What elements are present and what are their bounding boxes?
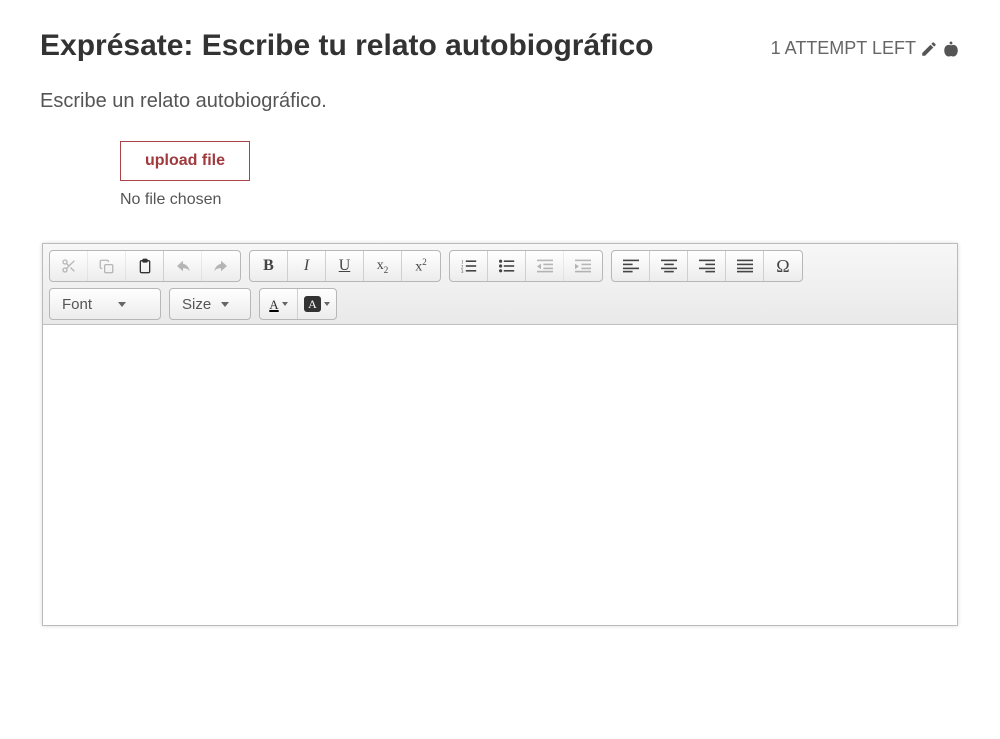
align-right-button[interactable] [688,251,726,281]
apple-icon [942,40,960,58]
editor-content-area[interactable] [43,325,957,625]
indent-button[interactable] [564,251,602,281]
undo-icon [174,259,192,273]
subscript-button[interactable]: x2 [364,251,402,281]
numbered-list-button[interactable]: 123 [450,251,488,281]
align-left-icon [623,259,639,273]
editor-toolbar: B I U x2 x2 123 [43,244,957,325]
redo-icon [212,259,230,273]
caret-down-icon [221,302,229,307]
toolbar-group-clipboard [49,250,241,282]
rich-text-editor: B I U x2 x2 123 [42,243,958,626]
align-justify-icon [737,259,753,273]
align-justify-button[interactable] [726,251,764,281]
svg-text:3: 3 [461,270,464,273]
caret-down-icon [282,302,288,306]
text-color-button[interactable]: A [260,289,298,319]
caret-down-icon [324,302,330,306]
background-color-button[interactable]: A [298,289,336,319]
outdent-icon [537,259,553,273]
numbered-list-icon: 123 [461,259,477,273]
bulleted-list-button[interactable] [488,251,526,281]
attempts-left-label: 1 ATTEMPT LEFT [771,38,916,59]
cut-button[interactable] [50,251,88,281]
upload-file-button[interactable]: upload file [120,141,250,181]
attempts-left: 1 ATTEMPT LEFT [771,28,960,59]
background-color-icon: A [304,296,321,312]
align-center-icon [661,259,677,273]
indent-icon [575,259,591,273]
underline-button[interactable]: U [326,251,364,281]
text-color-icon: A [269,298,278,311]
align-left-button[interactable] [612,251,650,281]
redo-button[interactable] [202,251,240,281]
undo-button[interactable] [164,251,202,281]
size-combo[interactable]: Size [169,288,251,320]
upload-area: upload file No file chosen [120,141,960,209]
toolbar-group-color: A A [259,288,337,320]
font-combo[interactable]: Font [49,288,161,320]
special-char-button[interactable]: Ω [764,251,802,281]
subscript-icon: x2 [377,258,389,275]
bulleted-list-icon [499,259,515,273]
toolbar-group-list: 123 [449,250,603,282]
copy-button[interactable] [88,251,126,281]
size-combo-label: Size [182,296,211,313]
upload-file-status: No file chosen [120,191,960,209]
scissors-icon [61,258,77,274]
bold-button[interactable]: B [250,251,288,281]
clipboard-icon [137,258,153,274]
align-right-icon [699,259,715,273]
paste-button[interactable] [126,251,164,281]
italic-button[interactable]: I [288,251,326,281]
copy-icon [99,259,114,274]
instructions-text: Escribe un relato autobiográfico. [40,90,960,113]
toolbar-group-text: B I U x2 x2 [249,250,441,282]
superscript-icon: x2 [415,257,427,276]
superscript-button[interactable]: x2 [402,251,440,281]
outdent-button[interactable] [526,251,564,281]
pencil-icon [920,40,938,58]
page-title: Exprésate: Escribe tu relato autobiográf… [40,28,654,64]
caret-down-icon [118,302,126,307]
font-combo-label: Font [62,296,92,313]
align-center-button[interactable] [650,251,688,281]
toolbar-group-align: Ω [611,250,803,282]
